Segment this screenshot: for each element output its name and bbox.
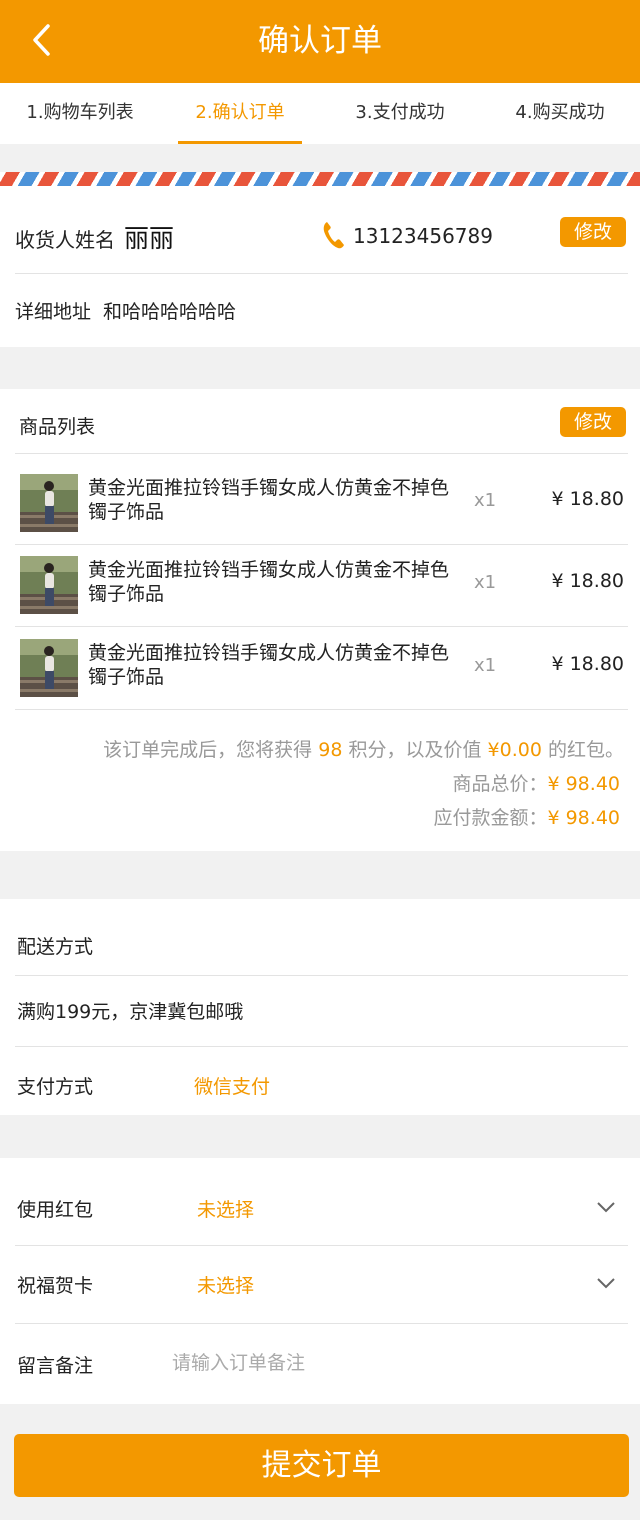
goods-item[interactable]: 黄金光面推拉铃铛手镯女成人仿黄金不掉色镯子饰品 x1 ¥ 18.80 <box>0 536 640 618</box>
remark-label: 留言备注 <box>17 1355 94 1377</box>
product-name: 黄金光面推拉铃铛手镯女成人仿黄金不掉色镯子饰品 <box>88 642 450 688</box>
product-price: ¥ 18.80 <box>551 488 624 510</box>
goods-item[interactable]: 黄金光面推拉铃铛手镯女成人仿黄金不掉色镯子饰品 x1 ¥ 18.80 <box>0 619 640 701</box>
step-pay-success[interactable]: 3.支付成功 <box>320 83 480 144</box>
subtotal-value: ¥ 98.40 <box>547 773 620 795</box>
subtotal-row: 商品总价：¥ 98.40 <box>452 769 620 796</box>
divider <box>15 1046 628 1047</box>
remark-input[interactable] <box>172 1342 612 1384</box>
address-detail-label: 详细地址 <box>15 301 92 323</box>
product-quantity: x1 <box>474 572 497 593</box>
app-header: 确认订单 <box>0 0 640 83</box>
edit-address-button[interactable]: 修改 <box>560 217 626 247</box>
recipient-name: 丽丽 <box>124 224 175 253</box>
points-prefix: 该订单完成后，您将获得 <box>103 739 313 761</box>
payment-method-label: 支付方式 <box>17 1076 94 1098</box>
shipping-card: 配送方式 满购199元，京津冀包邮哦 支付方式 微信支付 <box>0 899 640 1115</box>
points-suffix: 的红包。 <box>547 739 624 761</box>
divider <box>15 975 628 976</box>
address-detail: 和哈哈哈哈哈哈 <box>103 301 237 323</box>
step-cart-list[interactable]: 1.购物车列表 <box>0 83 160 144</box>
recipient-phone: 13123456789 <box>353 224 493 248</box>
submit-order-button[interactable]: 提交订单 <box>14 1434 629 1497</box>
recipient-name-label: 收货人姓名 <box>15 228 115 252</box>
goods-card: 商品列表 修改 黄金光面推拉铃铛手镯女成人仿黄金不掉色镯子饰品 x1 ¥ 18.… <box>0 389 640 851</box>
edit-goods-button[interactable]: 修改 <box>560 407 626 437</box>
redpacket-selector[interactable]: 使用红包 未选择 <box>0 1158 640 1246</box>
product-price: ¥ 18.80 <box>551 570 624 592</box>
points-note: 该订单完成后，您将获得 98 积分，以及价值 ¥0.00 的红包。 <box>103 735 624 762</box>
divider <box>15 709 628 710</box>
redpacket-label: 使用红包 <box>17 1199 94 1221</box>
payable-row: 应付款金额：¥ 98.40 <box>433 803 620 830</box>
divider <box>15 273 628 274</box>
product-thumbnail <box>20 474 78 532</box>
payable-label: 应付款金额： <box>433 807 548 829</box>
goods-list-title: 商品列表 <box>19 416 96 438</box>
points-mid: 积分，以及价值 <box>348 739 482 761</box>
product-name: 黄金光面推拉铃铛手镯女成人仿黄金不掉色镯子饰品 <box>88 477 450 523</box>
step-purchase-success[interactable]: 4.购买成功 <box>480 83 640 144</box>
airmail-stripe <box>0 172 640 186</box>
order-steps: 1.购物车列表 2.确认订单 3.支付成功 4.购买成功 <box>0 83 640 144</box>
product-quantity: x1 <box>474 655 497 676</box>
redpacket-select-value: 未选择 <box>197 1199 255 1221</box>
shipping-method-label: 配送方式 <box>17 936 94 958</box>
product-name: 黄金光面推拉铃铛手镯女成人仿黄金不掉色镯子饰品 <box>88 559 450 605</box>
address-card: 收货人姓名 丽丽 13123456789 修改 详细地址 和哈哈哈哈哈哈 <box>0 186 640 347</box>
greeting-card-selector[interactable]: 祝福贺卡 未选择 <box>0 1246 640 1323</box>
chevron-down-icon <box>597 1202 615 1213</box>
redpacket-value: ¥0.00 <box>487 739 542 761</box>
product-thumbnail <box>20 556 78 614</box>
payable-value: ¥ 98.40 <box>547 807 620 829</box>
shipping-note: 满购199元，京津冀包邮哦 <box>17 1001 244 1023</box>
points-value: 98 <box>318 739 343 761</box>
product-price: ¥ 18.80 <box>551 653 624 675</box>
product-quantity: x1 <box>474 490 497 511</box>
phone-icon <box>323 222 344 249</box>
goods-item[interactable]: 黄金光面推拉铃铛手镯女成人仿黄金不掉色镯子饰品 x1 ¥ 18.80 <box>0 454 640 536</box>
subtotal-label: 商品总价： <box>452 773 548 795</box>
greeting-card-select-value: 未选择 <box>197 1275 255 1297</box>
chevron-down-icon <box>597 1278 615 1289</box>
greeting-card-label: 祝福贺卡 <box>17 1275 94 1297</box>
payment-method-value[interactable]: 微信支付 <box>194 1072 270 1099</box>
page-title: 确认订单 <box>258 23 382 59</box>
product-thumbnail <box>20 639 78 697</box>
step-confirm-order[interactable]: 2.确认订单 <box>160 83 320 144</box>
divider <box>15 1323 628 1324</box>
